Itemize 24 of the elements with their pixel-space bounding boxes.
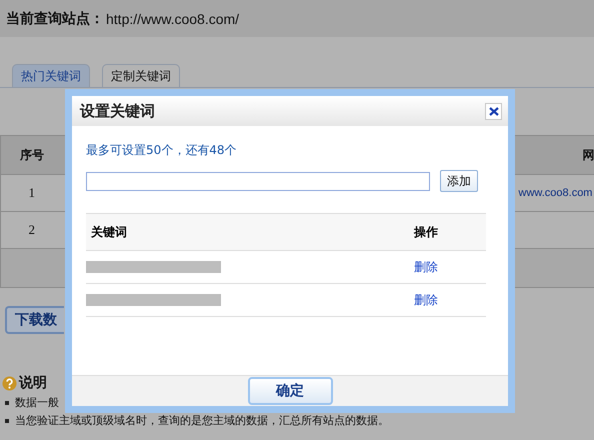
delete-link[interactable]: 删除	[409, 292, 438, 306]
bullet-icon	[5, 400, 9, 404]
column-header: 关键词	[86, 214, 409, 250]
limit-info: 最多可设置50个，还有48个	[86, 142, 238, 159]
close-icon	[488, 106, 498, 116]
confirm-button[interactable]: 确定	[248, 377, 332, 405]
add-button[interactable]: 添加	[440, 170, 478, 192]
column-header: 序号	[0, 136, 62, 174]
note-text: 数据一般	[15, 395, 59, 410]
note-text: 当您验证主域或顶级域名时，查询的是您主域的数据，汇总所有站点的数据。	[15, 413, 389, 428]
notes-title: 说明	[19, 374, 47, 392]
table-cell: 1	[0, 174, 62, 212]
tab[interactable]: 热门关键词	[12, 64, 90, 87]
dialog-title: 设置关键词	[80, 102, 155, 120]
bullet-icon	[5, 418, 9, 422]
help-icon	[2, 376, 17, 390]
delete-link[interactable]: 删除	[409, 260, 438, 274]
close-button[interactable]	[485, 102, 502, 120]
tab[interactable]: 定制关键词	[102, 64, 180, 87]
site-label: 当前查询站点：	[6, 10, 104, 28]
site-url: http://www.coo8.com/	[106, 10, 240, 26]
keyword-input[interactable]	[86, 172, 430, 190]
column-header: 操作	[409, 214, 486, 250]
download-button[interactable]: 下载数	[5, 306, 64, 334]
